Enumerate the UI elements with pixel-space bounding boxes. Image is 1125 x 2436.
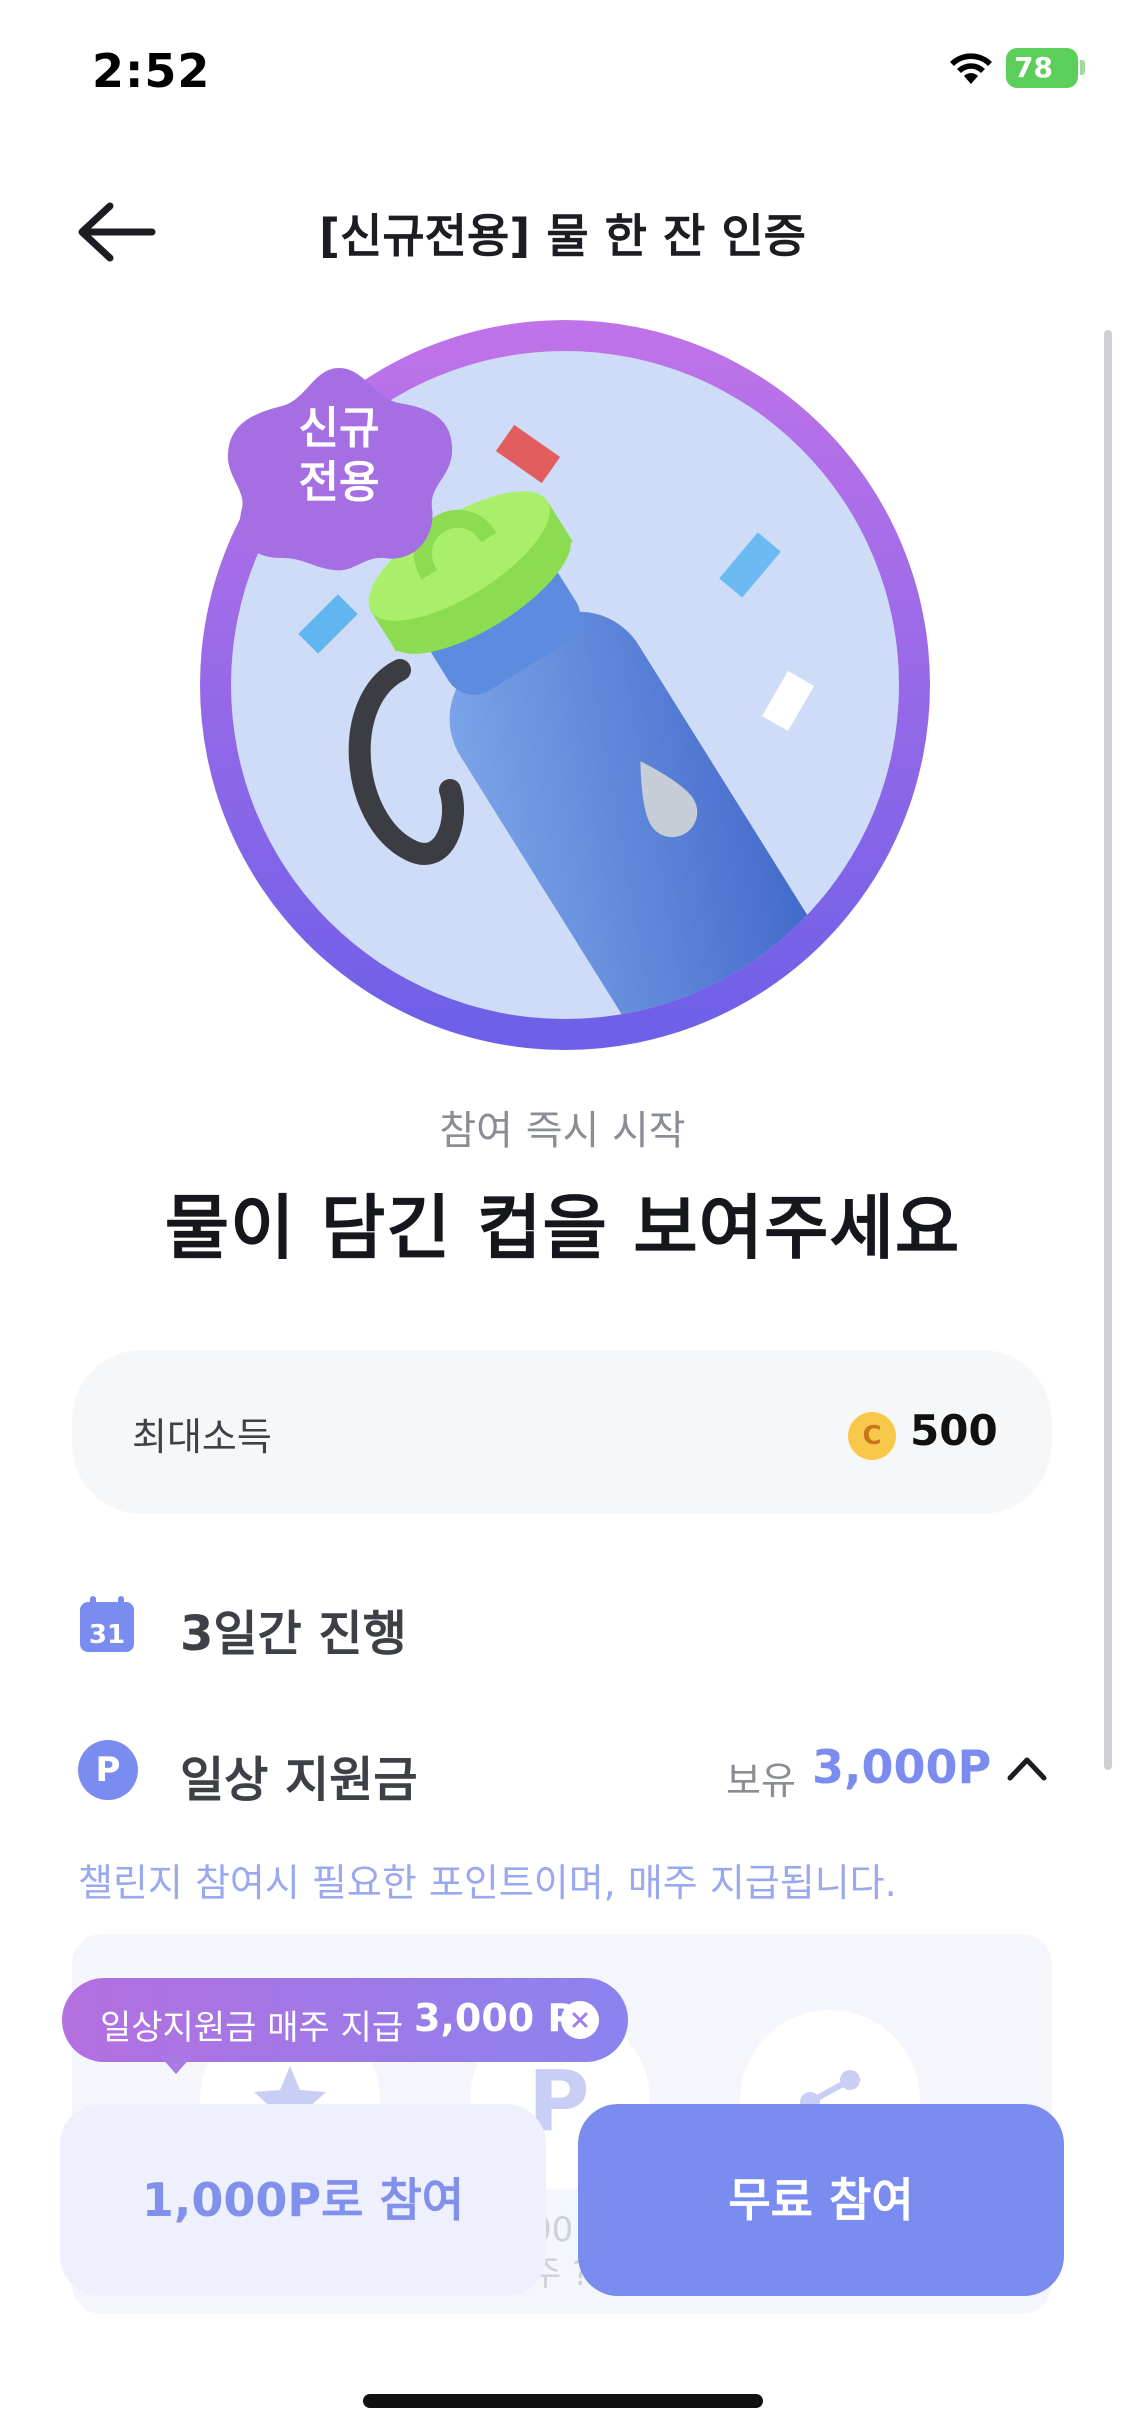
new-only-badge-text: 신규 전용 [214, 402, 464, 510]
join-with-points-button[interactable]: 1,000P로 참여 [60, 2104, 546, 2296]
battery-cap [1080, 60, 1085, 75]
badge-line2: 전용 [298, 457, 380, 508]
calendar-day: 31 [89, 1620, 125, 1650]
battery-level: 78 [1014, 51, 1053, 84]
max-income-label: 최대소득 [132, 1415, 272, 1459]
intro-subtitle: 참여 즉시 시작 [439, 1108, 686, 1154]
daily-support-description: 챌린지 참여시 필요한 포인트이며, 매주 지급됩니다. [78, 1861, 897, 1905]
header: [신규전용] 물 한 잔 인증 [0, 170, 1125, 290]
scrollbar[interactable] [1104, 330, 1112, 1770]
status-time: 2:52 [92, 44, 211, 98]
back-arrow-icon[interactable] [70, 192, 170, 272]
battery-indicator: 78 [1006, 48, 1078, 88]
coin-icon: C [848, 1412, 896, 1460]
owned-label: 보유 [726, 1759, 796, 1803]
tooltip-amount: 3,000 P [414, 1996, 576, 2040]
calendar-icon: 31 [80, 1596, 134, 1652]
badge-line1: 신규 [298, 403, 380, 454]
wifi-icon [950, 53, 992, 84]
chevron-up-icon[interactable] [1004, 1748, 1050, 1788]
tooltip-label: 일상지원금 매주 지급 [100, 2008, 404, 2048]
point-icon: P [78, 1740, 138, 1800]
owned-points-value: 3,000P [812, 1740, 992, 1794]
daily-support-label: 일상 지원금 [180, 1752, 418, 1808]
free-join-button[interactable]: 무료 참여 [578, 2104, 1064, 2296]
tooltip-tail [160, 2056, 192, 2074]
challenge-period: 3일간 진행 [180, 1606, 407, 1662]
home-indicator[interactable] [363, 2394, 763, 2408]
close-icon[interactable] [561, 2001, 599, 2039]
intro-title: 물이 담긴 컵을 보여주세요 [164, 1187, 961, 1269]
max-income-value: 500 [910, 1406, 998, 1455]
status-bar: 2:52 78 [0, 0, 1125, 140]
max-income-card: 최대소득 C 500 [72, 1350, 1052, 1514]
